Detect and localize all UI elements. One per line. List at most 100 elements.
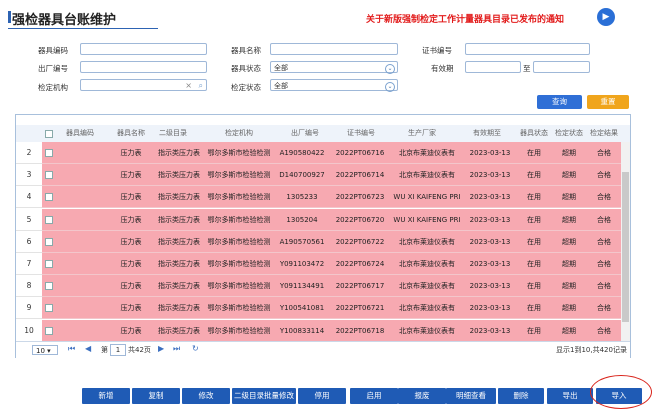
equip-status-select[interactable]: 全部 ⌄: [270, 61, 398, 74]
cell-status: 在用: [527, 171, 541, 180]
cell-status: 在用: [527, 304, 541, 313]
row-checkbox[interactable]: [45, 149, 53, 157]
scrollbar-thumb[interactable]: [622, 172, 629, 322]
cell-status: 在用: [527, 149, 541, 157]
col-header[interactable]: 器具名称: [108, 125, 154, 142]
table-row[interactable]: 4 压力表 指示类压力表 鄂尔多斯市检验检测 1305233 2022PT06723 WU …: [16, 186, 621, 209]
cell-cert: 2022PT06714: [335, 171, 385, 180]
chevron-down-icon[interactable]: ⌄: [385, 64, 395, 74]
edit-button[interactable]: 修改: [182, 388, 230, 404]
cell-name: 压力表: [120, 282, 142, 291]
cell-dir: 指示类压力表: [158, 304, 200, 313]
notice-link[interactable]: 关于新版强制检定工作计量器具目录已发布的通知: [366, 12, 564, 25]
col-header[interactable]: 检定机构: [206, 125, 272, 142]
search-icon[interactable]: ⌕: [199, 80, 203, 92]
cell-org: 鄂尔多斯市检验检测: [207, 215, 271, 224]
cell-valid: 2023-03-13: [469, 260, 511, 268]
arrow-right-circle-icon[interactable]: ▶: [597, 8, 615, 26]
prev-page-icon[interactable]: ◀: [85, 344, 91, 353]
cell-maker: WU XI KAIFENG PRI: [393, 215, 461, 224]
table-row[interactable]: 9 压力表 指示类压力表 鄂尔多斯市检验检测 Y100541081 2022PT06721…: [16, 297, 621, 320]
table-row[interactable]: 2 压力表 指示类压力表 鄂尔多斯市检验检测 A190580422 2022PT06716…: [16, 142, 621, 164]
org-label: 检定机构: [38, 83, 68, 92]
batch-edit-dir-button[interactable]: 二级目录批量修改: [232, 388, 296, 404]
reset-button[interactable]: 重置: [587, 95, 629, 109]
cell-dir: 指示类压力表: [158, 260, 200, 268]
cell-valid: 2023-03-13: [469, 193, 511, 202]
col-header[interactable]: 器具编码: [60, 125, 100, 142]
row-checkbox[interactable]: [45, 326, 53, 335]
valid-from-input[interactable]: [465, 61, 521, 73]
table-row[interactable]: 10 压力表 指示类压力表 鄂尔多斯市检验检测 Y100833114 2022PT0671…: [16, 319, 621, 342]
page-size-select[interactable]: 10 ▾: [32, 345, 58, 355]
cell-result: 合格: [597, 193, 611, 202]
row-checkbox[interactable]: [45, 282, 53, 291]
vertical-scrollbar[interactable]: [621, 142, 630, 343]
cell-vstatus: 超期: [562, 282, 576, 291]
delete-button[interactable]: 删除: [498, 388, 544, 404]
table-row[interactable]: 5 压力表 指示类压力表 鄂尔多斯市检验检测 1305204 2022PT06720 WU …: [16, 208, 621, 231]
cell-dir: 指示类压力表: [158, 282, 200, 291]
cell-cert: 2022PT06724: [335, 260, 385, 268]
enable-button[interactable]: 启用: [350, 388, 398, 404]
detail-view-button[interactable]: 明细查看: [446, 388, 496, 404]
export-button[interactable]: 导出: [547, 388, 593, 404]
col-header[interactable]: 检定结果: [586, 125, 622, 142]
row-checkbox[interactable]: [45, 304, 53, 313]
cert-no-label: 证书编号: [422, 46, 452, 55]
cell-valid: 2023-03-13: [469, 326, 511, 335]
col-header[interactable]: 器具状态: [516, 125, 552, 142]
row-checkbox[interactable]: [45, 171, 53, 180]
add-button[interactable]: 新增: [82, 388, 130, 404]
equip-name-input[interactable]: [270, 43, 398, 55]
col-header[interactable]: 有效期至: [454, 125, 520, 142]
chevron-down-icon[interactable]: ⌄: [385, 82, 395, 92]
clear-icon[interactable]: ×: [185, 80, 192, 92]
col-header[interactable]: 二级目录: [152, 125, 194, 142]
table-row[interactable]: 6 压力表 指示类压力表 鄂尔多斯市检验检测 A190570561 2022PT06722…: [16, 230, 621, 253]
cell-result: 合格: [597, 149, 611, 157]
col-header[interactable]: 生产厂家: [389, 125, 455, 142]
copy-button[interactable]: 复制: [132, 388, 180, 404]
cell-cert: 2022PT06716: [335, 149, 385, 157]
cell-valid: 2023-03-13: [469, 237, 511, 246]
cell-name: 压力表: [120, 304, 142, 313]
query-button[interactable]: 查询: [537, 95, 582, 109]
cell-maker: 北京布莱迪仪表有: [399, 237, 455, 246]
first-page-icon[interactable]: ⏮: [68, 344, 75, 354]
table-row[interactable]: 7 压力表 指示类压力表 鄂尔多斯市检验检测 Y091103472 2022PT06724…: [16, 253, 621, 275]
cell-status: 在用: [527, 237, 541, 246]
valid-period-label: 有效期: [431, 64, 454, 73]
org-input[interactable]: × ⌕: [80, 79, 207, 91]
select-all-checkbox[interactable]: [45, 130, 53, 138]
cell-factory: Y091103472: [279, 260, 325, 268]
cell-factory: Y091134491: [279, 282, 325, 291]
equip-code-input[interactable]: [80, 43, 207, 55]
col-header[interactable]: 证书编号: [328, 125, 394, 142]
scrap-button[interactable]: 报废: [398, 388, 446, 404]
page-number-input[interactable]: 1: [110, 344, 126, 356]
valid-to-input[interactable]: [533, 61, 590, 73]
row-checkbox[interactable]: [45, 237, 53, 246]
table-row[interactable]: 3 压力表 指示类压力表 鄂尔多斯市检验检测 D140700927 2022PT06714…: [16, 164, 621, 187]
col-header[interactable]: 检定状态: [551, 125, 587, 142]
row-checkbox[interactable]: [45, 215, 53, 224]
cell-cert: 2022PT06717: [335, 282, 385, 291]
cell-factory: A190580422: [279, 149, 325, 157]
cert-no-input[interactable]: [465, 43, 590, 55]
next-page-icon[interactable]: ▶: [158, 344, 164, 353]
row-checkbox[interactable]: [45, 193, 53, 202]
verify-status-select[interactable]: 全部 ⌄: [270, 79, 398, 92]
table-row[interactable]: 8 压力表 指示类压力表 鄂尔多斯市检验检测 Y091134491 2022PT06717…: [16, 275, 621, 298]
cell-cert: 2022PT06722: [335, 237, 385, 246]
annotation-circle: [590, 375, 652, 409]
cell-maker: 北京布莱迪仪表有: [399, 326, 455, 335]
cell-org: 鄂尔多斯市检验检测: [207, 237, 271, 246]
cell-org: 鄂尔多斯市检验检测: [207, 304, 271, 313]
refresh-icon[interactable]: ↻: [192, 344, 199, 353]
last-page-icon[interactable]: ⏭: [173, 344, 180, 354]
row-checkbox[interactable]: [45, 260, 53, 268]
factory-no-input[interactable]: [80, 61, 207, 73]
row-number: 4: [16, 186, 42, 209]
disable-button[interactable]: 停用: [298, 388, 346, 404]
